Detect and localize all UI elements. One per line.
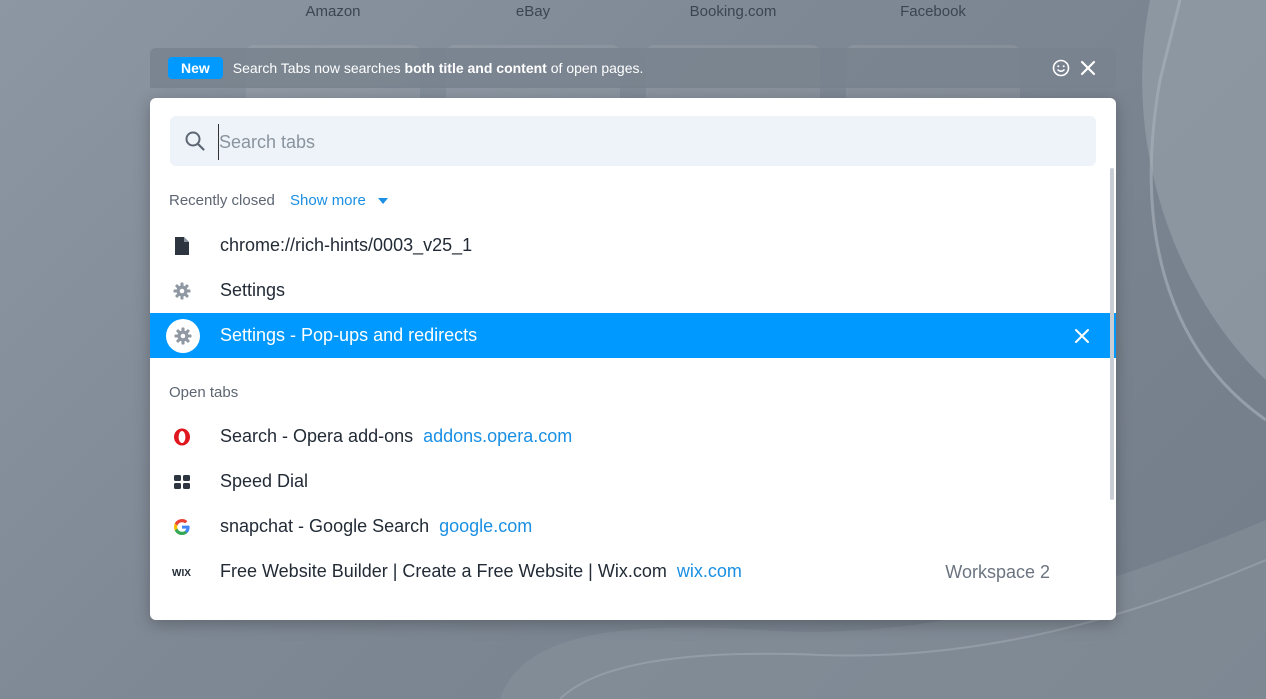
- tab-title: Settings: [220, 280, 286, 300]
- search-input[interactable]: [218, 124, 1081, 160]
- gear-icon: [166, 319, 200, 353]
- caret-down-icon: [377, 197, 388, 204]
- recently-closed-item-selected[interactable]: Settings - Pop-ups and redirects: [150, 313, 1116, 358]
- tab-url: wix.com: [676, 561, 742, 581]
- notification-text-start: Search Tabs now searches: [232, 60, 405, 76]
- show-more-button[interactable]: Show more: [290, 192, 388, 209]
- tab-title: Speed Dial: [220, 471, 309, 491]
- recently-closed-heading: Recently closed: [169, 192, 275, 209]
- open-tabs-heading: Open tabs: [169, 384, 239, 401]
- tab-title-text: snapchat - Google Search: [220, 516, 430, 536]
- workspace-label: Workspace 2: [945, 562, 1050, 582]
- tab-title: Search - Opera add-ons addons.opera.com: [220, 426, 572, 447]
- speed-dial-icon: [172, 472, 192, 492]
- tab-title-text: Free Website Builder | Create a Free Web…: [220, 561, 667, 581]
- new-badge: New: [168, 57, 223, 79]
- tab-title: Free Website Builder | Create a Free Web…: [220, 561, 742, 582]
- open-tab-item[interactable]: WIX Free Website Builder | Create a Free…: [150, 549, 1116, 594]
- speed-dial-label-booking: Booking.com: [689, 3, 777, 20]
- tab-title: chrome://rich-hints/0003_v25_1: [220, 235, 473, 255]
- open-tab-item[interactable]: Search - Opera add-ons addons.opera.com: [150, 414, 1116, 459]
- scrollbar[interactable]: [1110, 168, 1114, 500]
- speed-dial-label-facebook: Facebook: [900, 3, 966, 20]
- open-tab-item[interactable]: snapchat - Google Search google.com: [150, 504, 1116, 549]
- tab-title-text: Search - Opera add-ons: [220, 426, 414, 446]
- tab-url: addons.opera.com: [423, 426, 573, 446]
- tab-title: snapchat - Google Search google.com: [220, 516, 532, 537]
- feedback-smiley-icon[interactable]: [1052, 59, 1070, 77]
- search-tabs-panel: Recently closed Show more chrome://rich-…: [150, 98, 1116, 620]
- opera-icon: [172, 427, 192, 447]
- show-more-label: Show more: [290, 192, 366, 209]
- remove-item-close-icon[interactable]: [1073, 327, 1091, 345]
- search-box: [170, 116, 1096, 166]
- open-tab-item[interactable]: Speed Dial: [150, 459, 1116, 504]
- recently-closed-item[interactable]: Settings: [150, 268, 1116, 313]
- speed-dial-label-ebay: eBay: [515, 3, 551, 20]
- search-icon: [185, 131, 205, 151]
- google-icon: [172, 517, 192, 537]
- notification-text-bold: both title and content: [404, 60, 547, 76]
- tab-title: Settings - Pop-ups and redirects: [220, 325, 478, 345]
- wix-icon: WIX: [172, 562, 192, 582]
- gear-icon: [172, 281, 192, 301]
- notification-text-end: of open pages.: [546, 60, 644, 76]
- speed-dial-label-amazon: Amazon: [305, 3, 361, 20]
- close-notification-icon[interactable]: [1078, 58, 1098, 78]
- svg-text:WIX: WIX: [172, 568, 191, 577]
- recently-closed-item[interactable]: chrome://rich-hints/0003_v25_1: [150, 223, 1116, 268]
- document-icon: [172, 236, 192, 256]
- tab-url: google.com: [439, 516, 533, 536]
- notification-text: Search Tabs now searches both title and …: [233, 60, 644, 76]
- notification-bar: New Search Tabs now searches both title …: [150, 48, 1116, 88]
